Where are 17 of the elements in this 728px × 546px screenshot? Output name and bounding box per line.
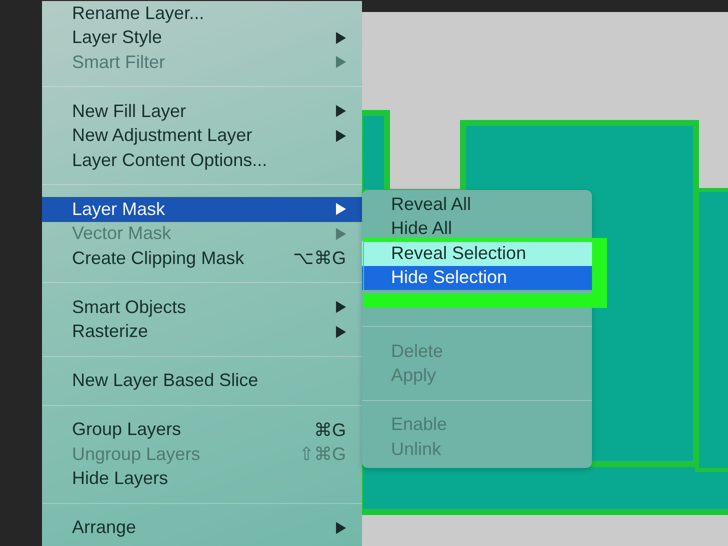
menu-item[interactable]: New Adjustment Layer xyxy=(42,124,362,148)
menu-item[interactable]: Rename Layer... xyxy=(42,1,362,26)
menu-item[interactable]: Smart Objects xyxy=(42,295,362,320)
menu-item[interactable]: Group Layers ⌘G xyxy=(42,418,362,442)
menu-item[interactable]: Layer Mask xyxy=(42,197,362,222)
menu-item[interactable]: Layer Content Options... xyxy=(42,148,362,172)
menu-item[interactable]: Reveal All xyxy=(362,192,592,216)
menu-item[interactable]: Arrange xyxy=(42,516,362,540)
menu-item[interactable]: Create Clipping Mask ⌥⌘G xyxy=(42,246,362,270)
menu-item[interactable]: Reveal Selection xyxy=(362,241,592,266)
menu-item[interactable]: Hide Selection xyxy=(362,266,592,290)
menu-item[interactable]: New Fill Layer xyxy=(42,99,362,124)
menu-item[interactable]: Layer Style xyxy=(42,26,362,50)
menu-item[interactable]: New Layer Based Slice xyxy=(42,368,362,393)
menu-item[interactable]: Hide All xyxy=(362,216,592,241)
menu-item[interactable]: Hide Layers xyxy=(42,466,362,491)
menu-item[interactable]: Rasterize xyxy=(42,320,362,344)
